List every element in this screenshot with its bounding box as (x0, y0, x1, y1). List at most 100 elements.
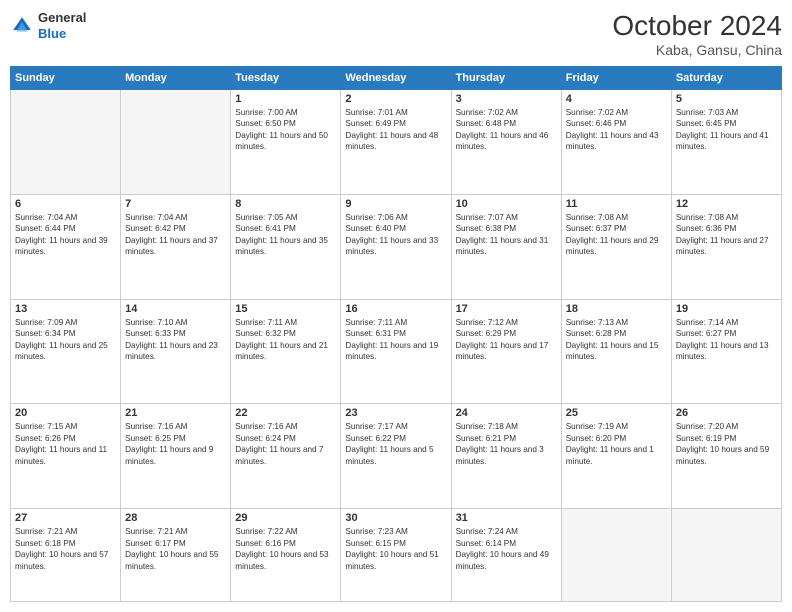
day-number: 7 (125, 198, 226, 210)
calendar-cell: 19 Sunrise: 7:14 AMSunset: 6:27 PMDayligh… (671, 299, 781, 404)
calendar-week-row: 1 Sunrise: 7:00 AMSunset: 6:50 PMDaylight… (11, 90, 782, 195)
calendar-cell: 3 Sunrise: 7:02 AMSunset: 6:48 PMDaylight… (451, 90, 561, 195)
calendar-cell: 4Sunrise: 7:02 AMSunset: 6:46 PMDaylight… (561, 90, 671, 195)
day-number: 19 (676, 303, 777, 315)
calendar-cell: 31Sunrise: 7:24 AMSunset: 6:14 PMDayligh… (451, 509, 561, 602)
day-number: 30 (345, 512, 446, 524)
day-info: Sunrise: 7:17 AMSunset: 6:22 PMDaylight:… (345, 421, 446, 467)
calendar-cell: 7 Sunrise: 7:04 AMSunset: 6:42 PMDaylight… (121, 194, 231, 299)
weekday-header: Saturday (671, 67, 781, 90)
day-info: Sunrise: 7:18 AMSunset: 6:21 PMDaylight:… (456, 421, 557, 467)
day-number: 4 (566, 93, 667, 105)
day-number: 28 (125, 512, 226, 524)
day-number: 27 (15, 512, 116, 524)
calendar-cell (561, 509, 671, 602)
calendar-cell: 23 Sunrise: 7:17 AMSunset: 6:22 PMDayligh… (341, 404, 451, 509)
day-info: Sunrise: 7:20 AMSunset: 6:19 PMDaylight:… (676, 421, 777, 467)
day-info: Sunrise: 7:15 AMSunset: 6:26 PMDaylight:… (15, 421, 116, 467)
day-number: 12 (676, 198, 777, 210)
calendar-cell: 2 Sunrise: 7:01 AMSunset: 6:49 PMDaylight… (341, 90, 451, 195)
day-number: 21 (125, 407, 226, 419)
day-number: 8 (235, 198, 336, 210)
day-number: 1 (235, 93, 336, 105)
calendar-cell (11, 90, 121, 195)
calendar-week-row: 13 Sunrise: 7:09 AMSunset: 6:34 PMDayligh… (11, 299, 782, 404)
day-number: 22 (235, 407, 336, 419)
day-number: 5 (676, 93, 777, 105)
weekday-header: Monday (121, 67, 231, 90)
calendar-cell: 26 Sunrise: 7:20 AMSunset: 6:19 PMDayligh… (671, 404, 781, 509)
calendar-cell: 20 Sunrise: 7:15 AMSunset: 6:26 PMDayligh… (11, 404, 121, 509)
day-info: Sunrise: 7:06 AMSunset: 6:40 PMDaylight:… (345, 212, 446, 258)
day-info: Sunrise: 7:00 AMSunset: 6:50 PMDaylight:… (235, 107, 336, 153)
day-number: 17 (456, 303, 557, 315)
day-number: 2 (345, 93, 446, 105)
day-info: Sunrise: 7:01 AMSunset: 6:49 PMDaylight:… (345, 107, 446, 153)
calendar-cell: 28 Sunrise: 7:21 AMSunset: 6:17 PMDayligh… (121, 509, 231, 602)
weekday-header: Sunday (11, 67, 121, 90)
day-number: 20 (15, 407, 116, 419)
day-info: Sunrise: 7:12 AMSunset: 6:29 PMDaylight:… (456, 317, 557, 363)
day-number: 14 (125, 303, 226, 315)
calendar-table: SundayMondayTuesdayWednesdayThursdayFrid… (10, 66, 782, 602)
day-info: Sunrise: 7:11 AMSunset: 6:31 PMDaylight:… (345, 317, 446, 363)
calendar-cell: 16 Sunrise: 7:11 AMSunset: 6:31 PMDayligh… (341, 299, 451, 404)
day-info: Sunrise: 7:16 AMSunset: 6:24 PMDaylight:… (235, 421, 336, 467)
calendar-cell: 8Sunrise: 7:05 AMSunset: 6:41 PMDaylight… (231, 194, 341, 299)
calendar-cell: 25Sunrise: 7:19 AMSunset: 6:20 PMDayligh… (561, 404, 671, 509)
month-title: October 2024 (612, 10, 782, 42)
calendar-cell: 14Sunrise: 7:10 AMSunset: 6:33 PMDayligh… (121, 299, 231, 404)
day-number: 10 (456, 198, 557, 210)
day-info: Sunrise: 7:04 AMSunset: 6:44 PMDaylight:… (15, 212, 116, 258)
day-number: 26 (676, 407, 777, 419)
calendar-cell: 18Sunrise: 7:13 AMSunset: 6:28 PMDayligh… (561, 299, 671, 404)
day-info: Sunrise: 7:21 AMSunset: 6:17 PMDaylight:… (125, 526, 226, 572)
day-info: Sunrise: 7:09 AMSunset: 6:34 PMDaylight:… (15, 317, 116, 363)
day-number: 6 (15, 198, 116, 210)
day-info: Sunrise: 7:03 AMSunset: 6:45 PMDaylight:… (676, 107, 777, 153)
day-number: 13 (15, 303, 116, 315)
day-number: 3 (456, 93, 557, 105)
calendar-cell: 22 Sunrise: 7:16 AMSunset: 6:24 PMDayligh… (231, 404, 341, 509)
calendar-cell (121, 90, 231, 195)
day-number: 29 (235, 512, 336, 524)
day-info: Sunrise: 7:21 AMSunset: 6:18 PMDaylight:… (15, 526, 116, 572)
calendar-cell: 27 Sunrise: 7:21 AMSunset: 6:18 PMDayligh… (11, 509, 121, 602)
day-info: Sunrise: 7:02 AMSunset: 6:48 PMDaylight:… (456, 107, 557, 153)
calendar-cell: 12 Sunrise: 7:08 AMSunset: 6:36 PMDayligh… (671, 194, 781, 299)
day-number: 31 (456, 512, 557, 524)
calendar-header-row: SundayMondayTuesdayWednesdayThursdayFrid… (11, 67, 782, 90)
logo-blue: Blue (38, 26, 66, 41)
calendar-week-row: 27 Sunrise: 7:21 AMSunset: 6:18 PMDayligh… (11, 509, 782, 602)
day-number: 9 (345, 198, 446, 210)
day-info: Sunrise: 7:08 AMSunset: 6:36 PMDaylight:… (676, 212, 777, 258)
weekday-header: Tuesday (231, 67, 341, 90)
calendar-cell: 13 Sunrise: 7:09 AMSunset: 6:34 PMDayligh… (11, 299, 121, 404)
day-info: Sunrise: 7:04 AMSunset: 6:42 PMDaylight:… (125, 212, 226, 258)
day-info: Sunrise: 7:11 AMSunset: 6:32 PMDaylight:… (235, 317, 336, 363)
weekday-header: Thursday (451, 67, 561, 90)
calendar-cell: 6 Sunrise: 7:04 AMSunset: 6:44 PMDaylight… (11, 194, 121, 299)
calendar-cell: 29 Sunrise: 7:22 AMSunset: 6:16 PMDayligh… (231, 509, 341, 602)
calendar-week-row: 20 Sunrise: 7:15 AMSunset: 6:26 PMDayligh… (11, 404, 782, 509)
day-number: 23 (345, 407, 446, 419)
day-info: Sunrise: 7:08 AMSunset: 6:37 PMDaylight:… (566, 212, 667, 258)
day-info: Sunrise: 7:07 AMSunset: 6:38 PMDaylight:… (456, 212, 557, 258)
day-info: Sunrise: 7:22 AMSunset: 6:16 PMDaylight:… (235, 526, 336, 572)
day-info: Sunrise: 7:19 AMSunset: 6:20 PMDaylight:… (566, 421, 667, 467)
calendar-cell: 5 Sunrise: 7:03 AMSunset: 6:45 PMDaylight… (671, 90, 781, 195)
day-info: Sunrise: 7:13 AMSunset: 6:28 PMDaylight:… (566, 317, 667, 363)
day-number: 15 (235, 303, 336, 315)
calendar-cell: 11Sunrise: 7:08 AMSunset: 6:37 PMDayligh… (561, 194, 671, 299)
day-info: Sunrise: 7:14 AMSunset: 6:27 PMDaylight:… (676, 317, 777, 363)
calendar-cell: 24 Sunrise: 7:18 AMSunset: 6:21 PMDayligh… (451, 404, 561, 509)
calendar-cell: 21 Sunrise: 7:16 AMSunset: 6:25 PMDayligh… (121, 404, 231, 509)
day-number: 24 (456, 407, 557, 419)
calendar-cell (671, 509, 781, 602)
weekday-header: Wednesday (341, 67, 451, 90)
calendar-cell: 15 Sunrise: 7:11 AMSunset: 6:32 PMDayligh… (231, 299, 341, 404)
title-block: October 2024 Kaba, Gansu, China (612, 10, 782, 58)
day-info: Sunrise: 7:16 AMSunset: 6:25 PMDaylight:… (125, 421, 226, 467)
calendar-cell: 1 Sunrise: 7:00 AMSunset: 6:50 PMDaylight… (231, 90, 341, 195)
day-number: 16 (345, 303, 446, 315)
